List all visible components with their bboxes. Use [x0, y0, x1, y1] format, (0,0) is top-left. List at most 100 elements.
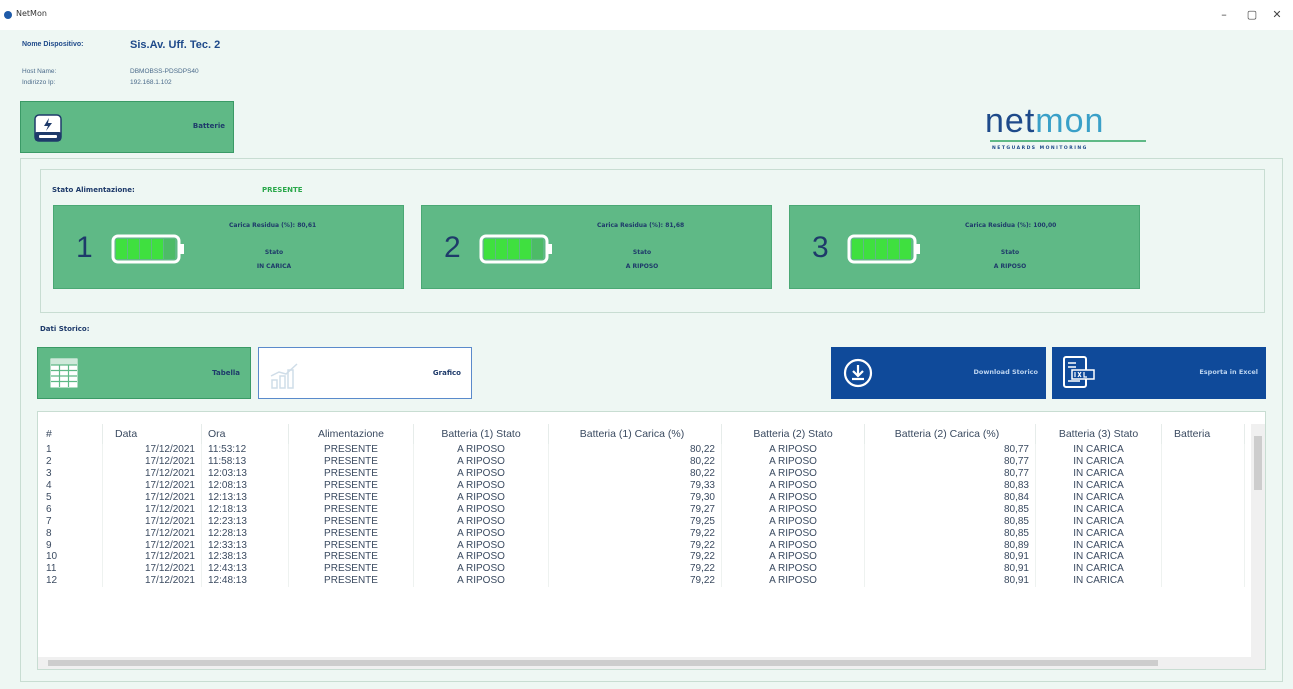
column-header[interactable]: Batteria (2) Carica (%) [864, 424, 1036, 444]
column-header[interactable]: Batteria (2) Stato [721, 424, 865, 444]
battery-card-2: 2 Carica Residua (%): 81,68 Stato A RIPO… [421, 205, 772, 289]
table-cell: A RIPOSO [721, 574, 865, 587]
column-header[interactable]: Data [102, 424, 202, 444]
table-cell [1161, 503, 1245, 516]
ip-label: Indirizzo Ip: [22, 79, 56, 86]
logo-tagline: NETGUARDS MONITORING [992, 146, 1088, 151]
table-cell: A RIPOSO [721, 444, 865, 456]
column-header[interactable]: Alimentazione [288, 424, 414, 444]
table-row[interactable]: 6 17/12/2021 12:18:13 PRESENTE A RIPOSO 79,27… [38, 503, 1245, 516]
vertical-scrollbar[interactable] [1251, 424, 1265, 669]
power-status-value: PRESENTE [262, 186, 303, 194]
table-cell: 11:58:13 [201, 455, 289, 468]
table-cell: 17/12/2021 [102, 444, 202, 456]
table-cell: 12:08:13 [201, 479, 289, 492]
table-cell: 8 [38, 527, 103, 540]
table-cell: A RIPOSO [721, 527, 865, 540]
logo-text-net: net [985, 102, 1036, 140]
table-cell: PRESENTE [288, 551, 414, 563]
table-cell: 80,22 [548, 444, 722, 456]
battery-state-value: IN CARICA [256, 263, 292, 270]
column-header[interactable]: Batteria [1161, 424, 1245, 444]
download-history-button[interactable]: Download Storico [831, 347, 1046, 399]
column-header[interactable]: # [38, 424, 103, 444]
tab-table-label: Tabella [212, 369, 240, 377]
battery-number: 2 [444, 231, 461, 264]
minimize-button[interactable]: – [1210, 6, 1238, 24]
table-cell: 79,22 [548, 551, 722, 563]
table-cell: IN CARICA [1035, 515, 1162, 528]
table-row[interactable]: 4 17/12/2021 12:08:13 PRESENTE A RIPOSO 79,33… [38, 479, 1245, 492]
column-header[interactable]: Batteria (1) Stato [413, 424, 549, 444]
battery-level-icon [479, 234, 552, 264]
history-table[interactable]: # Data Ora Alimentazione Batteria (1) St… [37, 411, 1266, 670]
table-cell: 80,91 [864, 562, 1036, 575]
battery-level-icon [847, 234, 920, 264]
column-header[interactable]: Batteria (1) Carica (%) [548, 424, 722, 444]
table-cell: 17/12/2021 [102, 539, 202, 552]
table-cell: A RIPOSO [721, 539, 865, 552]
column-header[interactable]: Ora [201, 424, 289, 444]
export-excel-button[interactable]: Esporta in Excel [1052, 347, 1266, 399]
host-name-value: DBMOBSS-PDSDPS40 [130, 68, 199, 75]
table-row[interactable]: 5 17/12/2021 12:13:13 PRESENTE A RIPOSO 79,30… [38, 491, 1245, 504]
table-row[interactable]: 9 17/12/2021 12:33:13 PRESENTE A RIPOSO 79,22… [38, 539, 1245, 552]
table-cell: 12 [38, 574, 103, 587]
table-cell [1161, 574, 1245, 587]
table-cell: IN CARICA [1035, 455, 1162, 468]
table-row[interactable]: 12 17/12/2021 12:48:13 PRESENTE A RIPOSO 79,2… [38, 574, 1245, 587]
table-cell: 4 [38, 479, 103, 492]
horizontal-scroll-thumb[interactable] [48, 660, 1158, 666]
download-icon [843, 358, 873, 388]
maximize-button[interactable]: ▢ [1238, 6, 1266, 24]
table-cell: 79,30 [548, 491, 722, 504]
table-row[interactable]: 10 17/12/2021 12:38:13 PRESENTE A RIPOSO 79,2… [38, 551, 1245, 563]
horizontal-scrollbar[interactable] [38, 657, 1252, 669]
table-cell [1161, 444, 1245, 456]
table-cell: A RIPOSO [413, 574, 549, 587]
download-history-label: Download Storico [973, 368, 1039, 376]
tab-table[interactable]: Tabella [37, 347, 251, 399]
table-cell: A RIPOSO [413, 539, 549, 552]
table-cell: 6 [38, 503, 103, 516]
table-row[interactable]: 8 17/12/2021 12:28:13 PRESENTE A RIPOSO 79,22… [38, 527, 1245, 540]
batterie-button[interactable]: Batterie [20, 101, 234, 153]
table-cell: PRESENTE [288, 562, 414, 575]
table-cell: 12:23:13 [201, 515, 289, 528]
table-cell: A RIPOSO [413, 479, 549, 492]
tab-chart[interactable]: Grafico [258, 347, 472, 399]
close-button[interactable]: ✕ [1263, 6, 1291, 24]
table-row[interactable]: 7 17/12/2021 12:23:13 PRESENTE A RIPOSO 79,25… [38, 515, 1245, 528]
chart-icon [270, 363, 298, 389]
table-cell: A RIPOSO [721, 479, 865, 492]
vertical-scroll-thumb[interactable] [1254, 436, 1262, 490]
battery-state-value: A RIPOSO [993, 263, 1027, 270]
table-cell: A RIPOSO [413, 562, 549, 575]
table-cell: 12:33:13 [201, 539, 289, 552]
table-cell: 17/12/2021 [102, 574, 202, 587]
table-cell: A RIPOSO [721, 515, 865, 528]
table-cell: 79,25 [548, 515, 722, 528]
table-cell: 80,85 [864, 503, 1036, 516]
table-row[interactable]: 2 17/12/2021 11:58:13 PRESENTE A RIPOSO 80,22… [38, 455, 1245, 468]
table-cell: 12:43:13 [201, 562, 289, 575]
app-icon [4, 11, 12, 19]
table-cell: 80,22 [548, 467, 722, 480]
table-cell [1161, 479, 1245, 492]
table-cell: IN CARICA [1035, 491, 1162, 504]
table-cell: A RIPOSO [413, 515, 549, 528]
column-header[interactable]: Batteria (3) Stato [1035, 424, 1162, 444]
table-cell: 10 [38, 551, 103, 563]
table-row[interactable]: 3 17/12/2021 12:03:13 PRESENTE A RIPOSO 80,22… [38, 467, 1245, 480]
table-row[interactable]: 11 17/12/2021 12:43:13 PRESENTE A RIPOSO 79,2… [38, 562, 1245, 575]
table-cell: PRESENTE [288, 527, 414, 540]
table-cell: 2 [38, 455, 103, 468]
title-bar: NetMon – ▢ ✕ [0, 0, 1293, 30]
host-name-label: Host Name: [22, 68, 57, 75]
battery-state-label: Stato [632, 249, 652, 256]
batterie-label: Batterie [192, 122, 225, 130]
table-row[interactable]: 1 17/12/2021 11:53:12 PRESENTE A RIPOSO 80,22… [38, 444, 1245, 456]
table-cell [1161, 455, 1245, 468]
battery-charge-label: Carica Residua (%): [965, 222, 1032, 229]
table-cell: 79,27 [548, 503, 722, 516]
